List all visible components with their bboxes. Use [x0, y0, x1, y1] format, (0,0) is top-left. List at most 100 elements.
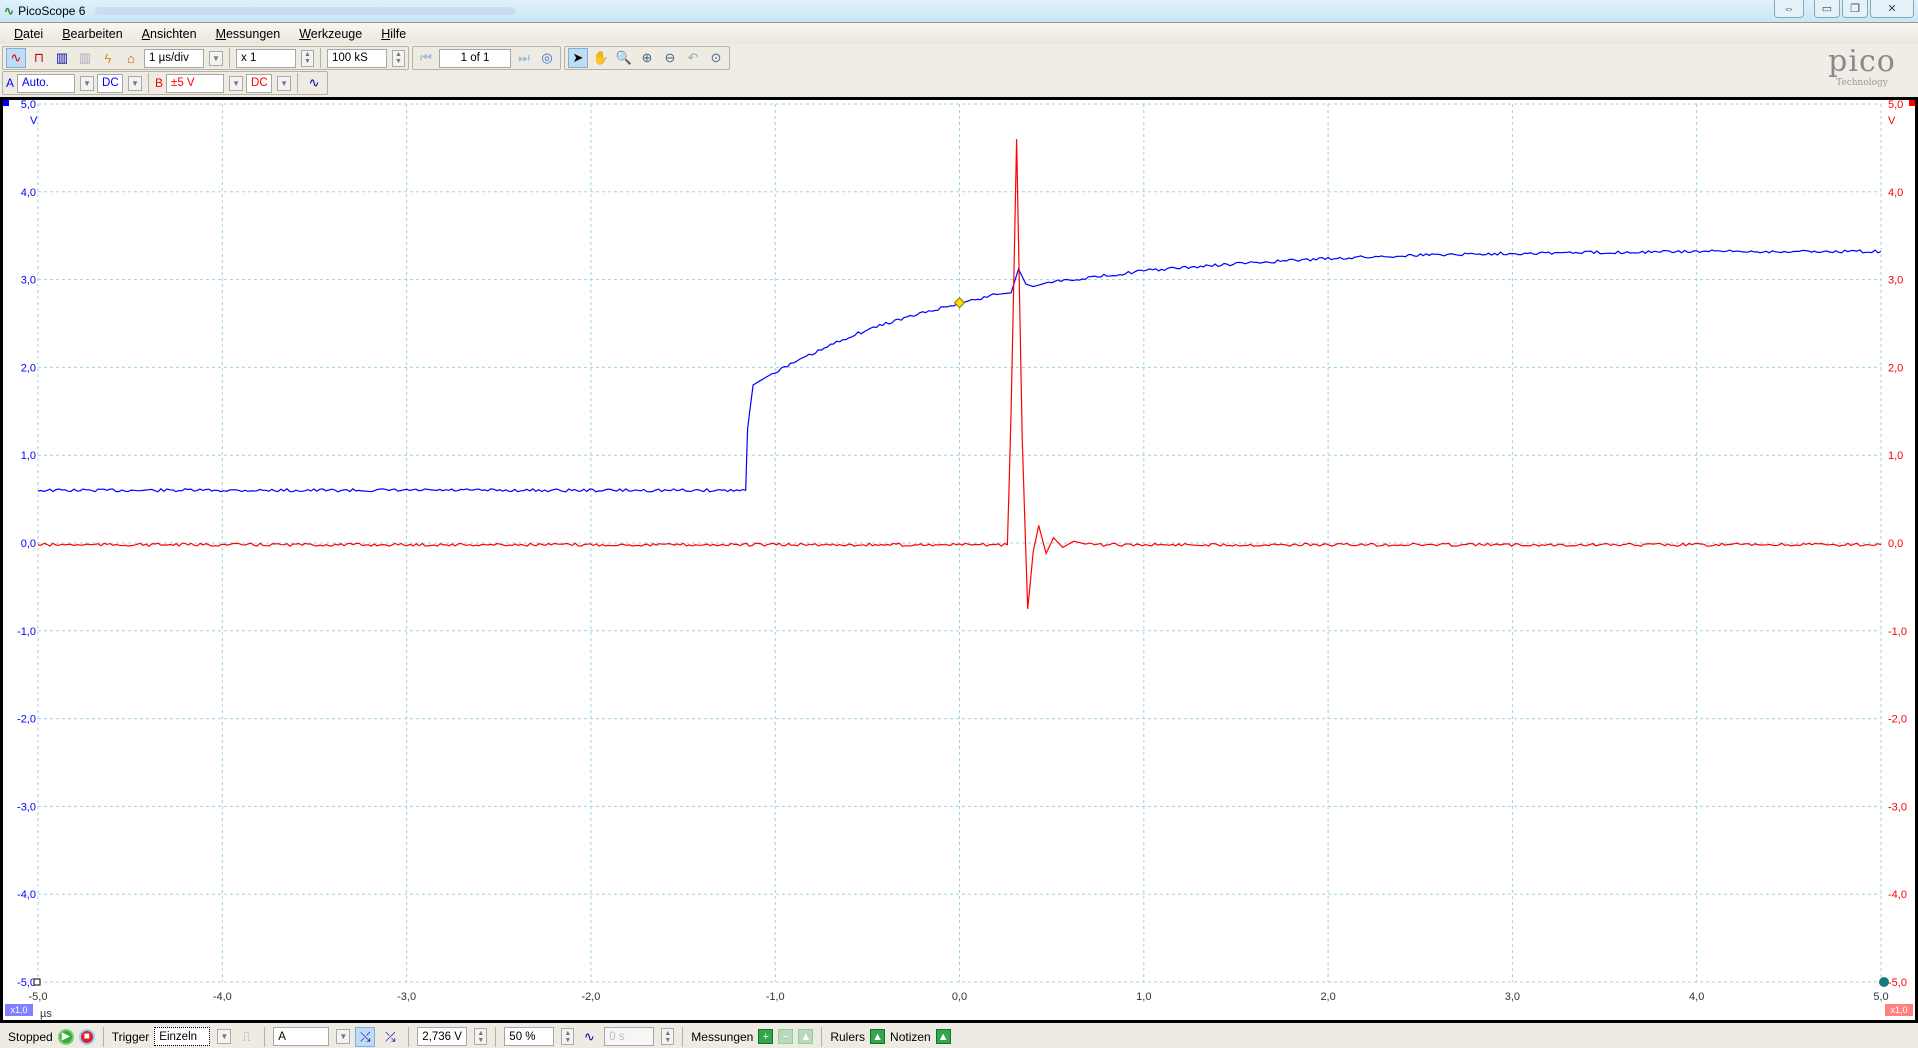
scope-mode-icon[interactable]: ∿	[6, 48, 26, 68]
y-tick-label-left: 5,0	[21, 99, 36, 111]
trigger-source-select[interactable]: A	[273, 1027, 330, 1046]
resize-icon[interactable]: ⇔	[1774, 0, 1804, 18]
scale-badge-b-text: x1,0	[1890, 1005, 1907, 1015]
rulers-toggle-button[interactable]: ▲	[870, 1029, 886, 1044]
scale-badge-a-text: x1,0	[10, 1005, 27, 1015]
home-icon[interactable]: ⌂	[121, 48, 141, 68]
pointer-icon[interactable]: ➤	[568, 48, 588, 68]
x-tick-label: 3,0	[1505, 991, 1520, 1003]
menu-bar: Datei Bearbeiten Ansichten Messungen Wer…	[0, 22, 1918, 44]
channel-b-label[interactable]: B	[155, 76, 163, 90]
x-tick-label: -4,0	[213, 991, 232, 1003]
notes-label: Notizen	[890, 1029, 931, 1044]
y-tick-label-right: -2,0	[1888, 714, 1907, 726]
start-icon[interactable]: ▶	[57, 1028, 74, 1045]
restore-button[interactable]: ❐	[1842, 0, 1868, 18]
menu-werkzeuge[interactable]: Werkzeuge	[299, 27, 362, 41]
x-tick-label: -3,0	[397, 991, 416, 1003]
scope-view[interactable]: -5,0 5,0 5,0 -4,0 4,0 4,0 -3,0 3,0 3,0 -2,0 2,0 2,0…	[0, 97, 1918, 1023]
chevron-down-icon[interactable]: ▼	[229, 75, 244, 91]
y-unit-left: V	[30, 115, 38, 127]
run-state: Stopped	[8, 1029, 53, 1044]
y-tick-label-left: 4,0	[21, 187, 36, 199]
scope-chart: -5,0 5,0 5,0 -4,0 4,0 4,0 -3,0 3,0 3,0 -2,0 2,0 2,0…	[3, 99, 1915, 1020]
next-buffer-icon[interactable]: ⏭	[514, 48, 534, 68]
buffer-navigator-icon[interactable]: ◎	[537, 48, 557, 68]
chevron-down-icon[interactable]: ▼	[80, 75, 95, 91]
stop-icon[interactable]: ■	[78, 1028, 95, 1045]
chevron-down-icon[interactable]: ▼	[217, 1029, 232, 1044]
pretrigger-stepper[interactable]: ▲ ▼	[561, 1028, 575, 1045]
y-tick-label-right: -3,0	[1888, 801, 1907, 813]
trigger-threshold-input[interactable]: 2,736 V	[417, 1027, 468, 1046]
x-tick-label: 2,0	[1320, 991, 1335, 1003]
post-trigger-delay-icon[interactable]: ∿	[579, 1027, 599, 1047]
y-tick-label-right: 5,0	[1888, 99, 1903, 111]
y-tick-label-left: -2,0	[17, 714, 36, 726]
title-bar: ∿ PicoScope 6 ⇔ ▭ ❐ ✕	[0, 0, 1918, 22]
zoom-in-icon[interactable]: ⊕	[637, 48, 657, 68]
zoom-factor-stepper[interactable]: ▲ ▼	[301, 49, 314, 67]
channel-a-coupling[interactable]: DC	[97, 73, 124, 93]
menu-messungen[interactable]: Messungen	[216, 27, 281, 41]
threshold-stepper[interactable]: ▲ ▼	[474, 1028, 488, 1045]
chevron-down-icon[interactable]: ▼	[128, 75, 143, 91]
measurements-label: Messungen	[691, 1029, 754, 1044]
samples-stepper[interactable]: ▲ ▼	[392, 49, 405, 67]
y-tick-label-right: 3,0	[1888, 275, 1903, 287]
x-unit-label: µs	[40, 1008, 52, 1020]
y-tick-label-right: 1,0	[1888, 450, 1903, 462]
y-tick-label-left: -5,0	[17, 977, 36, 989]
minimize-button[interactable]: ▭	[1814, 0, 1840, 18]
zoom-out-icon[interactable]: ⊖	[660, 48, 680, 68]
channel-a-range[interactable]: Auto.	[17, 73, 76, 93]
main-toolbar: ∿ ⊓ ▥ ▥ ϟ ⌂ 1 µs/div ▼ x 1 ▲ ▼ 100 kS ▲ ▼ …	[0, 46, 730, 70]
add-measurement-button[interactable]: +	[758, 1029, 774, 1044]
x-tick-label: 1,0	[1136, 991, 1151, 1003]
spectrum-mode-icon[interactable]: ▥	[52, 48, 72, 68]
disabled-mode-icon: ▥	[78, 50, 92, 65]
chevron-down-icon[interactable]: ▼	[209, 50, 223, 66]
menu-hilfe[interactable]: Hilfe	[381, 27, 406, 41]
channel-toolbar: A Auto. ▼ DC ▼ B ±5 V ▼ DC ▼ ∿	[0, 71, 329, 95]
trigger-label: Trigger	[111, 1029, 150, 1044]
zoom-area-icon[interactable]: 🔍	[614, 48, 634, 68]
y-tick-label-right: 2,0	[1888, 362, 1903, 374]
channel-options-icon[interactable]: ∿	[304, 73, 324, 93]
pretrigger-input[interactable]: 50 %	[504, 1027, 555, 1046]
zoom-factor-input[interactable]: x 1	[236, 48, 296, 68]
window-title: PicoScope 6	[18, 4, 86, 18]
rulers-label: Rulers	[830, 1029, 866, 1044]
channel-a-label[interactable]: A	[6, 76, 14, 90]
persistence-mode-icon[interactable]: ⊓	[29, 48, 49, 68]
y-tick-label-right: 4,0	[1888, 187, 1903, 199]
trigger-mode-select[interactable]: Einzeln	[154, 1027, 211, 1046]
samples-input[interactable]: 100 kS	[327, 48, 387, 68]
y-tick-label-right: -1,0	[1888, 626, 1907, 638]
y-tick-label-left: 1,0	[21, 450, 36, 462]
hand-icon[interactable]: ✋	[591, 48, 611, 68]
signal-generator-icon[interactable]: ϟ	[98, 48, 118, 68]
delay-input: 0 s	[604, 1027, 655, 1046]
menu-datei[interactable]: Datei	[14, 27, 43, 41]
offset-marker	[1879, 977, 1889, 987]
channel-b-range[interactable]: ±5 V	[166, 73, 225, 93]
y-tick-label-right: -5,0	[1888, 977, 1907, 989]
rising-edge-icon[interactable]: ⤯	[355, 1026, 376, 1047]
menu-ansichten[interactable]: Ansichten	[142, 27, 197, 41]
chevron-down-icon[interactable]: ▼	[277, 75, 292, 91]
chevron-down-icon[interactable]: ▼	[336, 1029, 351, 1044]
y-unit-right: V	[1888, 115, 1896, 127]
buffer-counter[interactable]: 1 of 1	[439, 48, 511, 68]
timebase-select[interactable]: 1 µs/div	[144, 48, 204, 68]
falling-edge-icon[interactable]: ⤰	[380, 1027, 400, 1047]
channel-b-coupling[interactable]: DC	[246, 73, 273, 93]
y-tick-label-left: 0,0	[21, 538, 36, 550]
menu-bearbeiten[interactable]: Bearbeiten	[62, 27, 122, 41]
close-button[interactable]: ✕	[1870, 0, 1914, 18]
previous-buffer-icon[interactable]: ⏮	[416, 48, 436, 68]
zoom-overview-icon[interactable]: ⊙	[706, 48, 726, 68]
notes-toggle-button[interactable]: ▲	[935, 1029, 951, 1044]
remove-measurement-button: −	[778, 1029, 794, 1044]
undo-zoom-icon[interactable]: ↶	[683, 48, 703, 68]
